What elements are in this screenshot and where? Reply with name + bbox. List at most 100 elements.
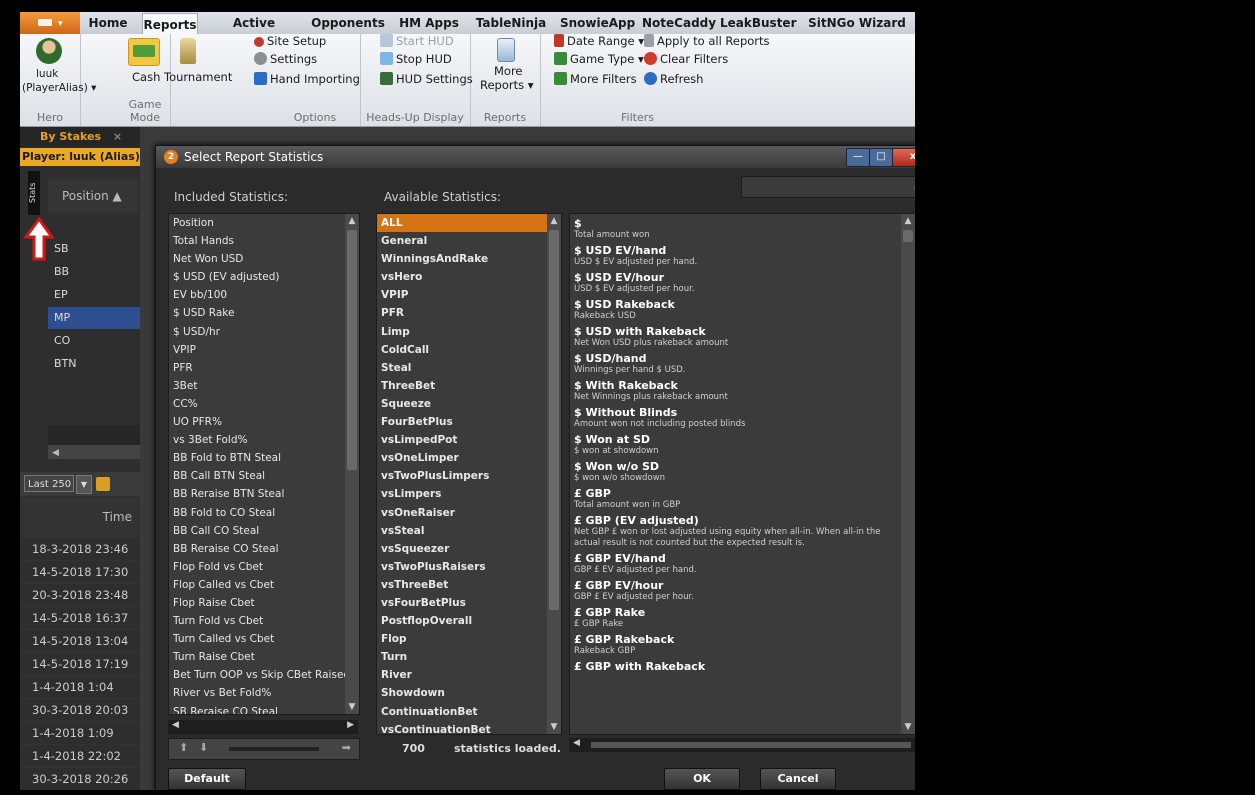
stats-side-tab[interactable]: Stats: [28, 171, 40, 215]
included-stat-item[interactable]: BB Fold to BTN Steal: [169, 449, 345, 467]
available-stat-item[interactable]: PFR: [377, 304, 547, 322]
stat-description-item[interactable]: £ GBP (EV adjusted) Net GBP £ won or lost…: [570, 514, 901, 549]
included-stat-item[interactable]: VPIP: [169, 341, 345, 359]
description-hscroll[interactable]: ◀: [569, 738, 915, 752]
available-stat-item[interactable]: vsOneLimper: [377, 449, 547, 467]
available-stat-item[interactable]: ColdCall: [377, 341, 547, 359]
by-stakes-tab[interactable]: By Stakes ×: [20, 127, 140, 147]
position-row[interactable]: SB: [48, 238, 140, 260]
tab-hm-apps[interactable]: HM Apps: [397, 12, 461, 34]
session-date-row[interactable]: 1-4-2018 1:09: [20, 722, 140, 745]
description-hscroll-thumb[interactable]: [591, 742, 911, 748]
available-stat-item[interactable]: vsLimpers: [377, 485, 547, 503]
included-stat-item[interactable]: Position: [169, 214, 345, 232]
hero-avatar-icon[interactable]: [36, 38, 62, 64]
session-date-row[interactable]: 14-5-2018 17:19: [20, 653, 140, 676]
session-date-row[interactable]: 18-3-2018 23:46: [20, 538, 140, 561]
session-date-row[interactable]: 30-3-2018 20:26: [20, 768, 140, 790]
available-stat-item[interactable]: FourBetPlus: [377, 413, 547, 431]
included-stat-item[interactable]: Turn Called vs Cbet: [169, 630, 345, 648]
scroll-down-icon[interactable]: ▼: [345, 700, 359, 714]
tab-opponents[interactable]: Opponents: [310, 12, 386, 34]
chevron-down-icon[interactable]: ▼: [76, 475, 92, 494]
reports-icon[interactable]: [497, 38, 515, 62]
available-stat-item[interactable]: Limp: [377, 323, 547, 341]
available-stat-item[interactable]: ContinuationBet: [377, 703, 547, 721]
included-stat-item[interactable]: Net Won USD: [169, 250, 345, 268]
scroll-up-icon[interactable]: ▲: [345, 214, 359, 228]
site-setup-button[interactable]: Site Setup: [254, 34, 326, 48]
available-stat-item[interactable]: Flop: [377, 630, 547, 648]
close-dialog-button[interactable]: x: [892, 148, 915, 167]
cash-button[interactable]: Cash: [132, 70, 160, 84]
statistics-description-list[interactable]: $ Total amount won $ USD EV/hand USD $ EV a…: [569, 213, 915, 735]
included-vscroll[interactable]: ▲ ▼: [345, 214, 359, 714]
scroll-right-icon[interactable]: ▶: [347, 720, 354, 730]
available-stat-item[interactable]: Turn: [377, 648, 547, 666]
more-reports-line1[interactable]: More: [494, 64, 523, 78]
included-stat-item[interactable]: BB Reraise BTN Steal: [169, 485, 345, 503]
stat-description-item[interactable]: £ GBP EV/hour GBP £ EV adjusted per hour.: [570, 579, 901, 603]
available-stat-item[interactable]: vsSteal: [377, 522, 547, 540]
stop-hud-button[interactable]: Stop HUD: [380, 52, 452, 66]
position-row[interactable]: BB: [48, 261, 140, 283]
position-row[interactable]: MP: [48, 307, 140, 329]
scroll-left-icon[interactable]: ◀: [172, 720, 179, 730]
maximize-button[interactable]: □: [869, 148, 893, 167]
start-hud-button[interactable]: Start HUD: [380, 34, 454, 48]
stat-description-item[interactable]: £ GBP Rake £ GBP Rake: [570, 606, 901, 630]
included-stat-item[interactable]: Turn Raise Cbet: [169, 648, 345, 666]
description-vscroll[interactable]: ▲ ▼: [901, 214, 915, 734]
included-stat-item[interactable]: BB Call CO Steal: [169, 522, 345, 540]
stat-description-item[interactable]: £ GBP with Rakeback: [570, 660, 901, 673]
available-stat-item[interactable]: vsFourBetPlus: [377, 594, 547, 612]
hero-name[interactable]: luuk: [36, 68, 58, 80]
position-row[interactable]: CO: [48, 330, 140, 352]
stat-description-item[interactable]: £ GBP Total amount won in GBP: [570, 487, 901, 511]
order-slider[interactable]: [229, 747, 319, 751]
available-stat-item[interactable]: vsThreeBet: [377, 576, 547, 594]
included-stat-item[interactable]: River vs Bet Fold%: [169, 684, 345, 702]
cash-icon[interactable]: [128, 38, 160, 66]
hand-importing-button[interactable]: Hand Importing: [254, 72, 360, 86]
available-vscroll[interactable]: ▲ ▼: [547, 214, 561, 734]
available-stat-item[interactable]: vsOneRaiser: [377, 504, 547, 522]
included-stat-item[interactable]: SB Reraise CO Steal: [169, 703, 345, 714]
move-up-icon[interactable]: ⬆: [179, 741, 188, 754]
included-stat-item[interactable]: BB Fold to CO Steal: [169, 504, 345, 522]
available-scroll-thumb[interactable]: [549, 230, 559, 610]
available-statistics-list[interactable]: ALL General WinningsAndRake vsHero VPIP PFR Li…: [376, 213, 562, 735]
included-stat-item[interactable]: Flop Called vs Cbet: [169, 576, 345, 594]
available-stat-item[interactable]: vsTwoPlusLimpers: [377, 467, 547, 485]
available-stat-item[interactable]: General: [377, 232, 547, 250]
included-stat-item[interactable]: Turn Fold vs Cbet: [169, 612, 345, 630]
included-stat-item[interactable]: BB Reraise CO Steal: [169, 540, 345, 558]
session-date-row[interactable]: 30-3-2018 20:03: [20, 699, 140, 722]
search-icon[interactable]: ⌕: [913, 179, 915, 194]
hud-settings-button[interactable]: HUD Settings: [380, 72, 473, 86]
application-menu-button[interactable]: ▾: [20, 12, 80, 34]
included-stat-item[interactable]: BB Call BTN Steal: [169, 467, 345, 485]
included-stat-item[interactable]: CC%: [169, 395, 345, 413]
included-stat-item[interactable]: 3Bet: [169, 377, 345, 395]
stat-description-item[interactable]: $ Without Blinds Amount won not including…: [570, 406, 901, 430]
tab-tableninja-2[interactable]: TableNinja 2: [472, 12, 550, 52]
tab-active-session[interactable]: Active Session: [208, 12, 300, 52]
tab-notecaddy[interactable]: NoteCaddy: [642, 12, 716, 34]
available-stat-item[interactable]: vsLimpedPot: [377, 431, 547, 449]
available-stat-item[interactable]: VPIP: [377, 286, 547, 304]
available-stat-item[interactable]: Steal: [377, 359, 547, 377]
available-stat-item[interactable]: vsContinuationBet: [377, 721, 547, 734]
tab-snowieapp[interactable]: SnowieApp: [560, 12, 635, 34]
tab-reports[interactable]: Reports: [142, 13, 198, 35]
available-stat-item[interactable]: Squeeze: [377, 395, 547, 413]
description-scroll-thumb[interactable]: [903, 230, 913, 242]
stat-description-item[interactable]: $ USD/hand Winnings per hand $ USD.: [570, 352, 901, 376]
refresh-button[interactable]: Refresh: [644, 72, 703, 86]
cancel-button[interactable]: Cancel: [760, 768, 836, 790]
stat-description-item[interactable]: £ GBP Rakeback Rakeback GBP: [570, 633, 901, 657]
available-stat-item[interactable]: PostflopOverall: [377, 612, 547, 630]
scroll-down-icon[interactable]: ▼: [901, 720, 915, 734]
stat-description-item[interactable]: £ GBP EV/hand GBP £ EV adjusted per hand.: [570, 552, 901, 576]
session-date-row[interactable]: 20-3-2018 23:48: [20, 584, 140, 607]
